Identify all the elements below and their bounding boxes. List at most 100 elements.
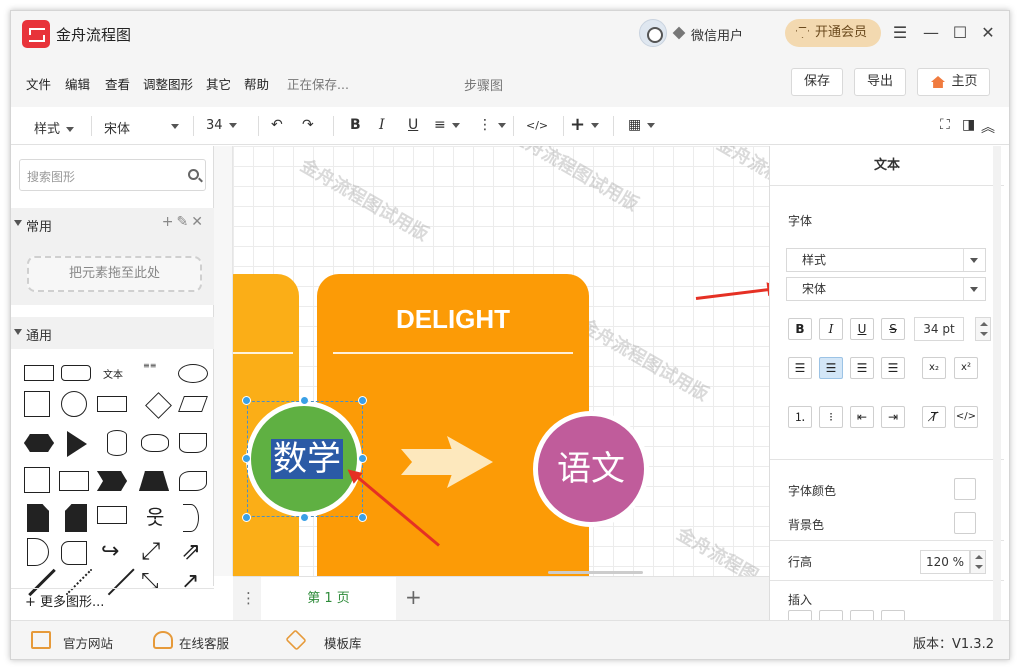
- align-right-icon[interactable]: ☰: [850, 357, 874, 379]
- strikethrough-button[interactable]: S: [881, 318, 905, 340]
- actor-shape[interactable]: 웃: [146, 501, 164, 530]
- italic-icon[interactable]: I: [379, 117, 385, 133]
- resize-handle[interactable]: [358, 454, 367, 463]
- panel-title[interactable]: 文本: [770, 146, 1004, 186]
- search-shapes-input[interactable]: 搜索图形: [19, 159, 206, 191]
- minimize-icon[interactable]: —: [921, 23, 941, 43]
- resize-handle[interactable]: [242, 396, 251, 405]
- resize-handle[interactable]: [358, 396, 367, 405]
- redo-icon[interactable]: ↷: [302, 117, 314, 133]
- close-icon[interactable]: ✕: [978, 23, 998, 43]
- align-center-icon[interactable]: ☰: [819, 357, 843, 379]
- trapezoid-shape[interactable]: [139, 471, 169, 491]
- underline-button[interactable]: U: [850, 318, 874, 340]
- bold-button[interactable]: B: [788, 318, 812, 340]
- font-size-stepper[interactable]: [975, 317, 991, 341]
- justify-icon[interactable]: ☰: [881, 357, 905, 379]
- bullet-list-icon[interactable]: ⁝: [819, 406, 843, 428]
- hexagon-shape[interactable]: [24, 434, 54, 452]
- resize-handle[interactable]: [358, 513, 367, 522]
- square-shape[interactable]: [24, 391, 50, 417]
- style-select[interactable]: 样式: [786, 248, 986, 272]
- clear-format-icon[interactable]: T̸: [922, 406, 946, 428]
- menu-help[interactable]: 帮助: [244, 74, 269, 93]
- save-button[interactable]: 保存: [791, 68, 843, 96]
- page-tab-1[interactable]: 第 1 页: [261, 577, 396, 621]
- double-arrow-line-shape[interactable]: ⤡: [141, 569, 159, 594]
- add-page-icon[interactable]: +: [405, 585, 422, 609]
- section-common-header[interactable]: 常用 +✎✕: [11, 208, 214, 240]
- resize-handle[interactable]: [242, 454, 251, 463]
- more-vertical-icon[interactable]: ⋮: [478, 117, 506, 133]
- parallelogram-shape[interactable]: [178, 396, 208, 412]
- menu-other[interactable]: 其它: [206, 74, 231, 93]
- document-title[interactable]: 步骤图: [464, 75, 503, 94]
- line-height-stepper[interactable]: [970, 550, 986, 574]
- font-select[interactable]: 宋体: [786, 277, 986, 301]
- page-menu-icon[interactable]: ⋮: [241, 589, 256, 607]
- menu-adjust-shape[interactable]: 调整图形: [143, 74, 193, 93]
- italic-button[interactable]: I: [819, 318, 843, 340]
- style-dropdown[interactable]: 样式: [34, 118, 75, 137]
- home-button[interactable]: 主页: [917, 68, 990, 96]
- outdent-icon[interactable]: ⇤: [850, 406, 874, 428]
- resize-handle[interactable]: [300, 396, 309, 405]
- data-storage-shape[interactable]: [61, 541, 87, 565]
- note-shape[interactable]: [27, 504, 49, 532]
- indent-icon[interactable]: ⇥: [881, 406, 905, 428]
- font-size-dropdown[interactable]: 34: [206, 118, 237, 133]
- rounded-rectangle-shape[interactable]: [61, 365, 91, 381]
- background-color-swatch[interactable]: [954, 512, 976, 534]
- callout-shape[interactable]: [97, 506, 127, 524]
- triangle-shape[interactable]: [67, 431, 87, 457]
- arrow-shape[interactable]: ⇗: [181, 537, 201, 565]
- collapse-icon[interactable]: ︽: [981, 117, 995, 137]
- resize-handle[interactable]: [300, 513, 309, 522]
- chevron-down-icon[interactable]: [963, 278, 985, 300]
- sidebar-resize-handle[interactable]: [214, 146, 233, 576]
- menu-file[interactable]: 文件: [26, 74, 51, 93]
- process-shape[interactable]: [97, 396, 127, 412]
- panel-scrollbar[interactable]: [993, 146, 1001, 620]
- circle-chinese-text[interactable]: 语文: [538, 449, 644, 489]
- align-icon[interactable]: ≡: [434, 117, 460, 133]
- drop-zone[interactable]: 把元素拖至此处: [27, 256, 202, 292]
- font-color-swatch[interactable]: [954, 478, 976, 500]
- align-left-icon[interactable]: ☰: [788, 357, 812, 379]
- diamond-shape[interactable]: [145, 392, 172, 419]
- textbox-shape[interactable]: ≡≡: [143, 361, 156, 370]
- section-tools[interactable]: +✎✕: [162, 214, 206, 230]
- cylinder-shape[interactable]: [107, 430, 127, 456]
- panel-toggle-icon[interactable]: ◨: [962, 117, 975, 133]
- cloud-shape[interactable]: [141, 434, 169, 452]
- bold-icon[interactable]: B: [350, 117, 361, 133]
- html-code-icon[interactable]: </>: [954, 406, 978, 428]
- superscript-icon[interactable]: x²: [954, 357, 978, 379]
- export-button[interactable]: 导出: [854, 68, 906, 96]
- search-icon[interactable]: [188, 169, 199, 180]
- resize-handle[interactable]: [242, 513, 251, 522]
- document-shape[interactable]: [179, 433, 207, 453]
- arrow-line-shape[interactable]: ↗: [181, 569, 199, 594]
- line-height-input[interactable]: 120 %: [920, 550, 970, 574]
- fullscreen-icon[interactable]: ⛶: [940, 117, 950, 133]
- card-title[interactable]: DELIGHT: [317, 304, 589, 335]
- subscript-icon[interactable]: x₂: [922, 357, 946, 379]
- cube-shape[interactable]: [59, 471, 89, 491]
- bidirectional-arrow-shape[interactable]: ⤢: [141, 537, 160, 565]
- tape-shape[interactable]: [179, 471, 207, 491]
- insert-plus-icon[interactable]: +: [570, 114, 600, 135]
- chevron-down-icon[interactable]: [963, 249, 985, 271]
- hamburger-menu-icon[interactable]: ☰: [890, 23, 910, 43]
- table-icon[interactable]: ▦: [628, 117, 656, 133]
- delay-shape[interactable]: [27, 538, 49, 566]
- rectangle-shape[interactable]: [24, 365, 54, 381]
- username[interactable]: 微信用户: [691, 25, 743, 44]
- section-general-header[interactable]: 通用: [11, 317, 214, 349]
- maximize-icon[interactable]: ☐: [950, 23, 970, 43]
- circle-chinese[interactable]: 语文: [533, 411, 649, 527]
- menu-edit[interactable]: 编辑: [65, 74, 90, 93]
- font-size-input[interactable]: 34 pt: [914, 317, 964, 341]
- online-support-link[interactable]: 在线客服: [179, 633, 229, 652]
- official-website-link[interactable]: 官方网站: [63, 633, 113, 652]
